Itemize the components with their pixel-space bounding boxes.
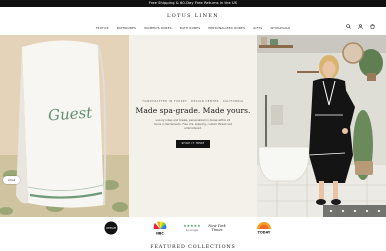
nav-item-personalized-robes[interactable]: PERSONALIZED ROBES	[208, 26, 245, 30]
press-logo-nbc: NBC	[150, 220, 170, 235]
hero-headline: Made spa-grade. Made yours.	[135, 106, 251, 115]
towel-embroidery-text: Guest	[47, 103, 93, 125]
nav-item-womens-robes[interactable]: WOMEN'S ROBES	[144, 26, 172, 30]
hero-eyebrow: HANDCRAFTED IN TURKEY · DESIGN CENTER · …	[142, 100, 244, 103]
nav-item-bath-robes[interactable]: BATH ROBES	[180, 26, 201, 30]
cart-icon[interactable]	[370, 14, 375, 29]
nav-item-gifts[interactable]: GIFTS	[253, 26, 262, 30]
press-logo-nyt: New York Times	[204, 220, 230, 235]
press-logo-oprah-daily: OPRAH	[102, 220, 120, 235]
nyt-line-1: New York	[208, 223, 226, 228]
header-icons	[346, 14, 375, 29]
press-logo-reviews: ★★★★★ by Google	[178, 220, 206, 235]
chat-button-label: Chat	[7, 178, 15, 182]
nyt-line-2: Times	[211, 227, 223, 232]
nav-item-wholesale[interactable]: WHOLESALE	[270, 26, 290, 30]
hero-section: Guest HANDCRAFTED IN TURKEY · DESIGN CEN…	[0, 35, 386, 217]
site-logo[interactable]: LOTUS LINEN	[0, 13, 386, 19]
main-nav: TEXTILE BATHROBES WOMEN'S ROBES BATH ROB…	[0, 26, 386, 30]
shop-cta-button[interactable]: SHOP IT HERE	[176, 140, 210, 148]
review-stars: ★★★★★	[183, 223, 201, 228]
search-icon[interactable]	[346, 14, 351, 29]
account-icon[interactable]	[358, 14, 363, 29]
promo-bar: Free Shipping & 60-Day Free Returns in t…	[0, 0, 386, 7]
review-source: by Google	[185, 228, 199, 232]
promo-text: Free Shipping & 60-Day Free Returns in t…	[148, 1, 238, 5]
site-header: LOTUS LINEN TEXTILE BATHROBES WOMEN'S RO…	[0, 7, 386, 35]
press-logo-today: TODAY	[254, 220, 274, 235]
featured-collections-heading: FEATURED COLLECTIONS	[150, 245, 236, 250]
nav-item-textile[interactable]: TEXTILE	[96, 26, 109, 30]
svg-text:TODAY: TODAY	[258, 230, 271, 234]
chat-button[interactable]: Chat	[3, 176, 20, 184]
press-bar: OPRAH NBC ★★★★★ by Google New York Times…	[0, 217, 386, 238]
hero-copy-panel: HANDCRAFTED IN TURKEY · DESIGN CENTER · …	[129, 35, 257, 217]
nav-item-bathrobes[interactable]: BATHROBES	[117, 26, 136, 30]
svg-text:NBC: NBC	[156, 231, 164, 235]
hero-image-robe	[257, 35, 386, 217]
hero-body: Luxury robes and towels, personalized in…	[153, 119, 233, 130]
svg-text:OPRAH: OPRAH	[106, 226, 117, 230]
hero-image-towel: Guest	[0, 35, 129, 217]
